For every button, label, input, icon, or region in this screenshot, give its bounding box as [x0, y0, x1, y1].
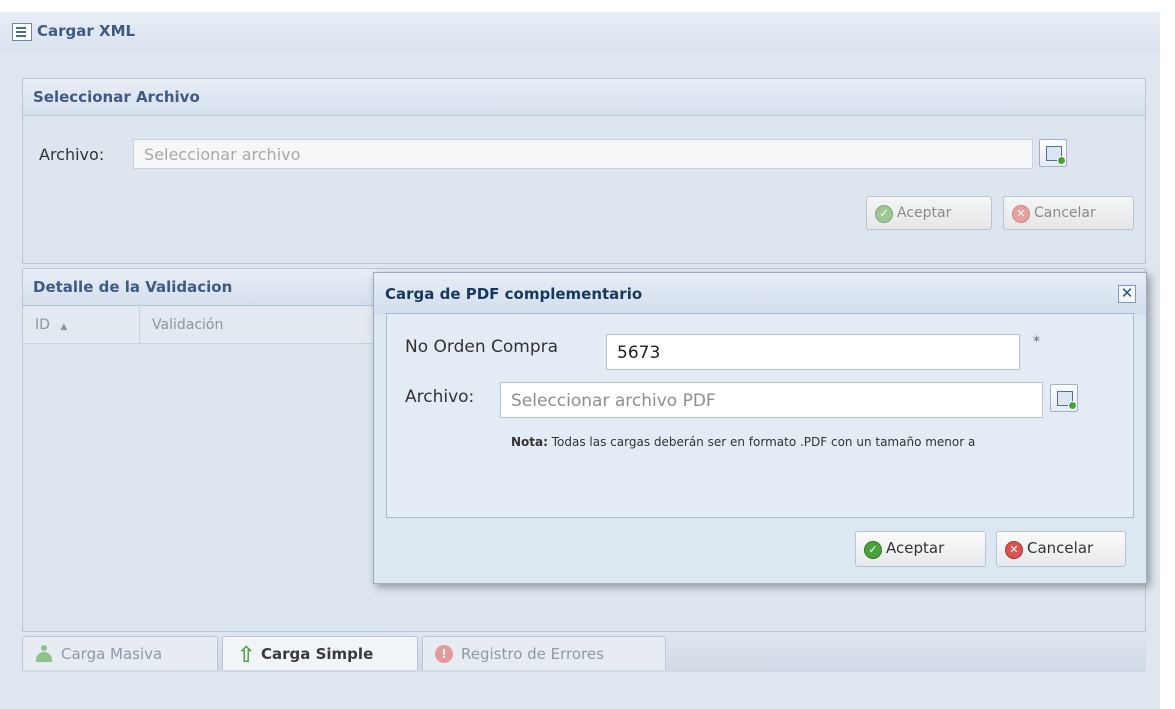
- upload-note: Nota: Todas las cargas deberán ser en fo…: [511, 435, 1131, 449]
- file-label: Archivo:: [39, 145, 105, 164]
- dialog-cancel-button[interactable]: ✕ Cancelar: [996, 531, 1126, 567]
- column-header-id[interactable]: ID ▲: [23, 307, 140, 343]
- cancel-icon: ✕: [1012, 205, 1030, 223]
- dialog-accept-button[interactable]: ✓ Aceptar: [855, 531, 986, 567]
- tab-carga-masiva[interactable]: Carga Masiva: [22, 636, 218, 670]
- close-icon[interactable]: ✕: [1118, 285, 1136, 303]
- order-number-label: No Orden Compra: [405, 337, 559, 357]
- cancel-button[interactable]: ✕ Cancelar: [1003, 196, 1134, 230]
- browse-icon: [1057, 391, 1077, 410]
- browse-pdf-button[interactable]: [1050, 384, 1078, 412]
- note-text: Todas las cargas deberán ser en formato …: [551, 435, 976, 449]
- window-header: Cargar XML: [0, 12, 1160, 51]
- select-file-panel: Seleccionar Archivo Archivo: Seleccionar…: [22, 78, 1146, 264]
- accept-button-label: Aceptar: [897, 205, 952, 221]
- dialog-accept-label: Aceptar: [886, 539, 945, 557]
- tab-carga-masiva-label: Carga Masiva: [61, 645, 163, 663]
- users-icon: [35, 645, 53, 663]
- select-file-panel-title: Seleccionar Archivo: [23, 79, 1145, 116]
- xml-document-icon: [12, 23, 32, 41]
- check-icon: ✓: [864, 541, 882, 559]
- column-header-id-label: ID: [35, 317, 50, 333]
- required-marker: *: [1033, 334, 1040, 350]
- sort-ascending-icon: ▲: [60, 322, 68, 332]
- pdf-upload-dialog: Carga de PDF complementario ✕ No Orden C…: [373, 272, 1147, 584]
- error-icon: !: [435, 645, 453, 663]
- dialog-title: Carga de PDF complementario: [385, 285, 643, 303]
- column-header-validacion-label: Validación: [152, 317, 224, 333]
- dialog-header: Carga de PDF complementario ✕: [374, 273, 1146, 315]
- check-icon: ✓: [875, 205, 893, 223]
- dialog-body: No Orden Compra 5673 * Archivo: Seleccio…: [386, 313, 1134, 518]
- accept-button[interactable]: ✓ Aceptar: [866, 196, 992, 230]
- tab-registro-errores-label: Registro de Errores: [461, 645, 604, 663]
- tab-carga-simple[interactable]: Carga Simple: [222, 636, 418, 673]
- browse-file-button[interactable]: [1039, 139, 1067, 167]
- note-prefix: Nota:: [511, 435, 548, 449]
- tab-registro-errores[interactable]: ! Registro de Errores: [422, 636, 666, 670]
- cancel-button-label: Cancelar: [1034, 205, 1096, 221]
- tab-carga-simple-label: Carga Simple: [261, 645, 374, 663]
- tab-bar: Carga Masiva Carga Simple ! Registro de …: [22, 631, 1146, 673]
- dialog-cancel-label: Cancelar: [1027, 539, 1094, 557]
- order-number-input[interactable]: 5673: [606, 334, 1020, 370]
- upload-arrow-icon: [235, 639, 255, 673]
- file-input[interactable]: Seleccionar archivo: [133, 139, 1033, 169]
- browse-icon: [1046, 146, 1066, 165]
- pdf-file-label: Archivo:: [405, 387, 475, 407]
- pdf-file-input[interactable]: Seleccionar archivo PDF: [500, 382, 1043, 418]
- column-header-validacion[interactable]: Validación: [140, 307, 370, 343]
- cancel-icon: ✕: [1005, 541, 1023, 559]
- window-title: Cargar XML: [37, 22, 136, 40]
